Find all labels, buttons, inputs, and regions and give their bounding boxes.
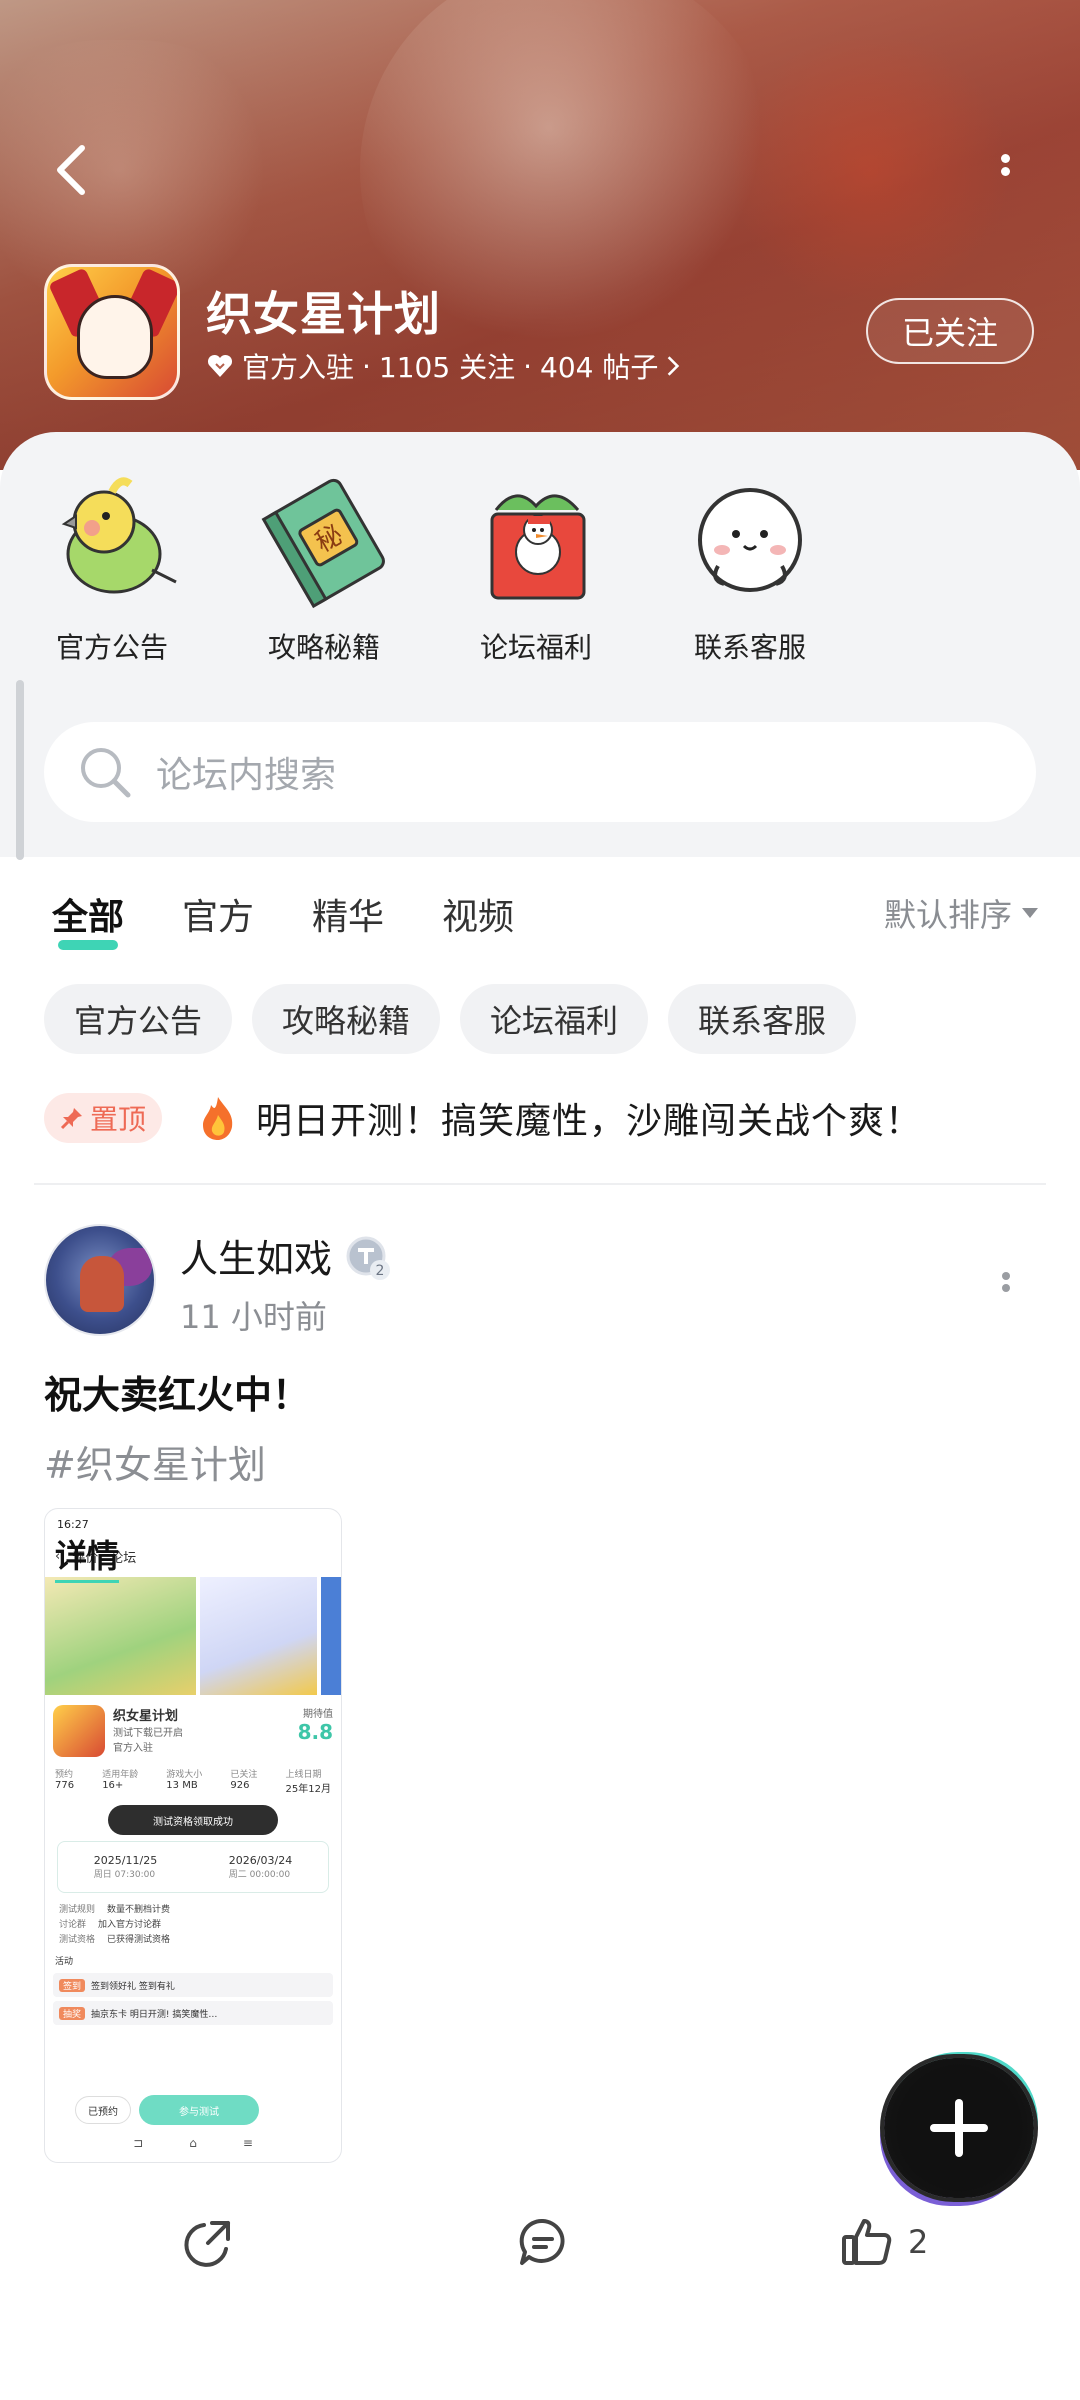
forum-title: 织女星计划	[206, 287, 441, 341]
chevron-right-icon	[668, 356, 680, 376]
pinned-badge: 置顶	[44, 1093, 163, 1143]
post-username[interactable]: 人生如戏	[180, 1228, 332, 1283]
post-title[interactable]: 祝大卖红火中！	[44, 1364, 310, 1419]
scrollbar[interactable]	[16, 680, 24, 860]
category-chips: 官方公告 攻略秘籍 论坛福利 联系客服	[44, 984, 857, 1054]
official-label: 官方入驻	[242, 351, 355, 384]
quick-link-announcement[interactable]: 官方公告	[42, 470, 182, 666]
chip-guides[interactable]: 攻略秘籍	[252, 984, 441, 1054]
post-tabs: 全部 官方 精华 视频	[52, 888, 514, 956]
chip-welfare[interactable]: 论坛福利	[460, 984, 649, 1054]
share-button[interactable]	[182, 2214, 236, 2270]
search-input[interactable]: 论坛内搜索	[156, 746, 336, 798]
thumbs-up-icon	[842, 2219, 892, 2265]
forum-app-icon	[44, 264, 180, 400]
heart-icon	[207, 354, 233, 377]
tab-official[interactable]: 官方	[182, 888, 254, 956]
secret-book-icon: 秘	[254, 470, 394, 610]
post-count: 404 帖子	[540, 351, 659, 384]
sort-dropdown[interactable]: 默认排序	[884, 890, 1039, 936]
ghost-support-icon	[680, 470, 820, 610]
svg-text:2: 2	[376, 1263, 385, 1279]
divider	[34, 1183, 1046, 1185]
chip-announcement[interactable]: 官方公告	[44, 984, 233, 1054]
post-action-bar: 2	[0, 2196, 1080, 2286]
gift-box-icon	[466, 470, 606, 610]
share-icon	[184, 2221, 230, 2267]
quick-link-label: 官方公告	[55, 631, 168, 664]
comment-icon	[519, 2218, 565, 2265]
search-icon	[81, 748, 131, 798]
sort-label: 默认排序	[884, 896, 1013, 934]
follow-count: 1105 关注	[378, 351, 516, 384]
back-arrow-icon[interactable]	[48, 140, 98, 200]
more-vertical-icon[interactable]	[990, 150, 1020, 190]
post-time: 11 小时前	[180, 1298, 327, 1336]
tab-video[interactable]: 视频	[442, 888, 514, 956]
caret-down-icon	[1022, 908, 1039, 918]
quick-link-label: 攻略秘籍	[267, 631, 380, 664]
parrot-icon	[42, 470, 182, 610]
search-bar[interactable]: 论坛内搜索	[44, 722, 1036, 822]
quick-link-label: 论坛福利	[479, 631, 592, 664]
quick-link-label: 联系客服	[693, 631, 806, 664]
forum-page: 织女星计划 官方入驻 · 1105 关注 · 404 帖子 已关注 官方公告 秘…	[0, 0, 1080, 2400]
fire-icon	[203, 1097, 233, 1140]
comment-button[interactable]	[516, 2214, 570, 2270]
post-topic-tag[interactable]: #织女星计划	[44, 1434, 266, 1489]
quick-link-guides[interactable]: 秘 攻略秘籍	[254, 470, 394, 666]
level-badge-icon: 2	[344, 1234, 392, 1282]
avatar[interactable]	[44, 1224, 156, 1336]
post-more-icon[interactable]	[996, 1268, 1016, 1308]
followed-button[interactable]: 已关注	[866, 298, 1034, 364]
post-image-screenshot[interactable]: 16:27 ‹ 详情 评价 论坛 织女星计划 测试下载已开启 官方入驻 期待值 8…	[44, 1508, 342, 2163]
forum-banner	[0, 0, 1080, 470]
pinned-post[interactable]: 置顶 明日开测！搞笑魔性，沙雕闯关战个爽！	[44, 1092, 1036, 1144]
plus-icon	[930, 2099, 988, 2157]
quick-link-support[interactable]: 联系客服	[680, 470, 820, 666]
like-count: 2	[908, 2223, 929, 2261]
pinned-title: 明日开测！搞笑魔性，沙雕闯关战个爽！	[256, 1101, 923, 1142]
forum-meta[interactable]: 官方入驻 · 1105 关注 · 404 帖子	[206, 346, 680, 386]
pin-icon	[60, 1108, 82, 1130]
tab-featured[interactable]: 精华	[312, 888, 384, 956]
tab-all[interactable]: 全部	[52, 888, 124, 956]
chip-support[interactable]: 联系客服	[668, 984, 857, 1054]
like-button[interactable]: 2	[840, 2214, 928, 2270]
create-post-button[interactable]	[884, 2058, 1034, 2198]
quick-link-welfare[interactable]: 论坛福利	[466, 470, 606, 666]
